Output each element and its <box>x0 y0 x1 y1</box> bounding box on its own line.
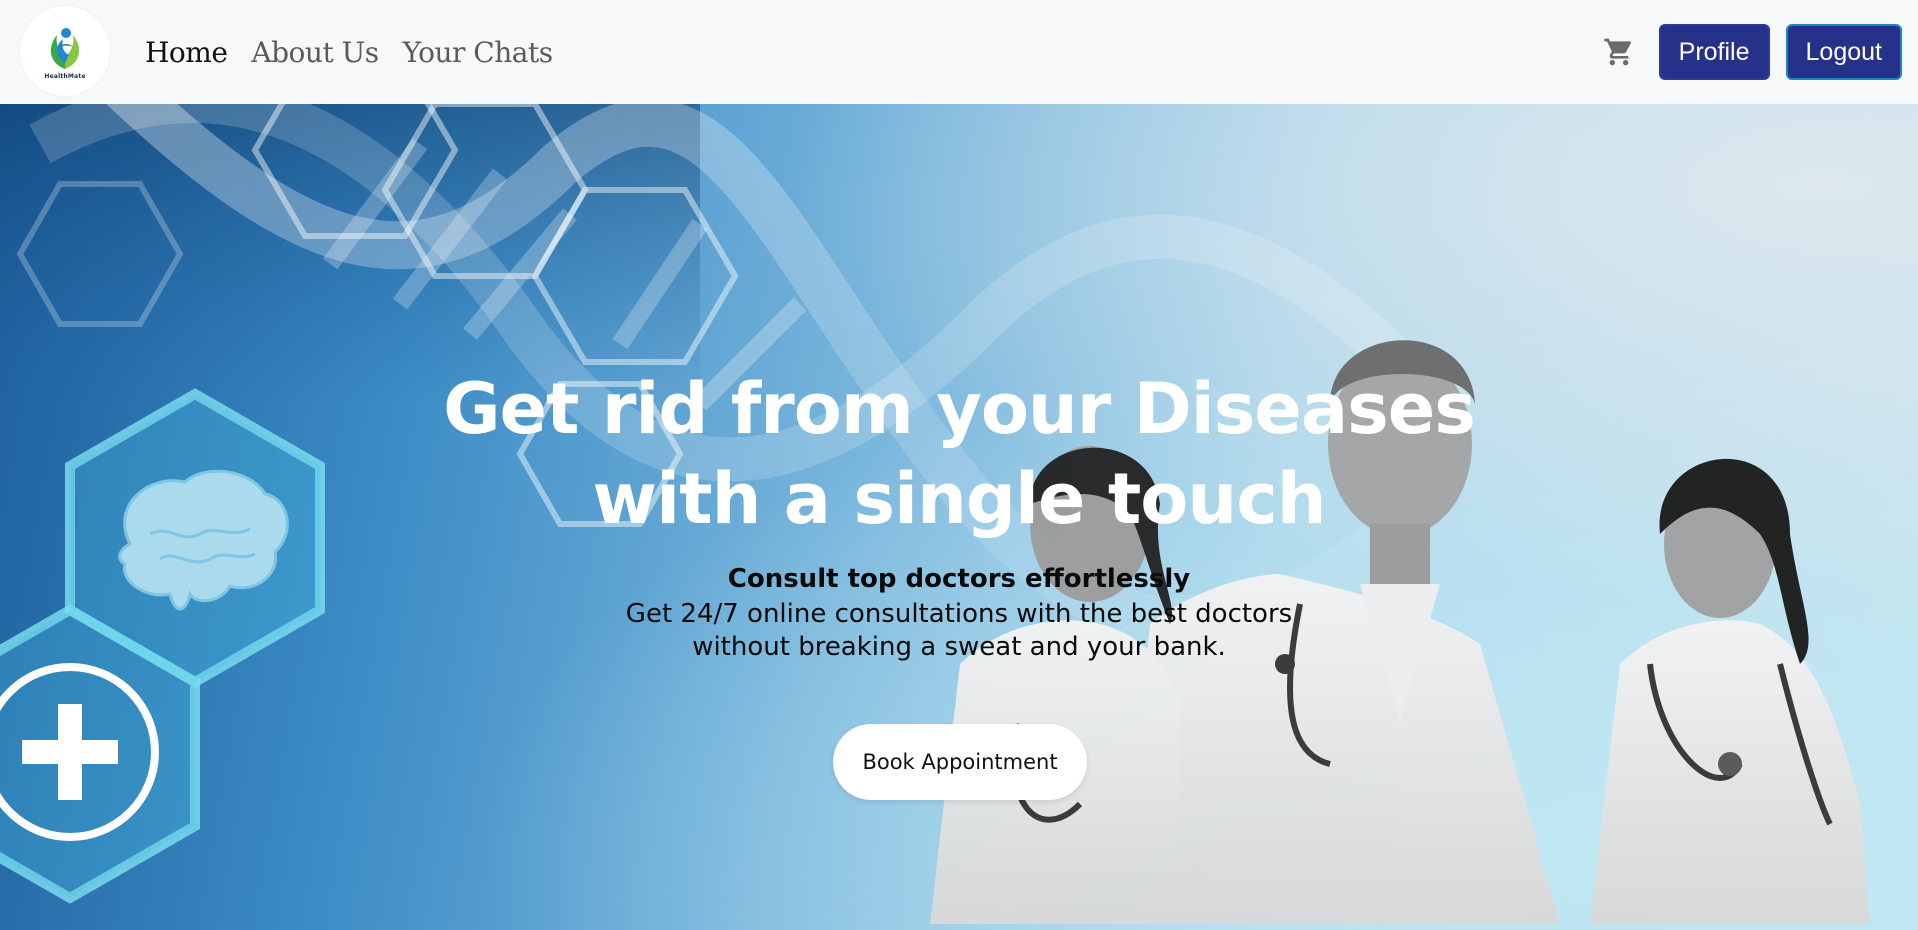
navbar: HealthMate Home About Us Your Chats Prof… <box>0 0 1918 104</box>
shopping-cart-icon <box>1603 38 1631 66</box>
logo-text: HealthMate <box>44 72 86 80</box>
hero-section: Get rid from your Diseases with a single… <box>0 104 1918 930</box>
main-nav: Home About Us Your Chats <box>145 0 553 104</box>
nav-link-about-us[interactable]: About Us <box>251 36 379 69</box>
cart-button[interactable] <box>1601 34 1637 70</box>
logout-button[interactable]: Logout <box>1785 24 1902 80</box>
nav-actions: Profile Logout <box>1601 0 1902 104</box>
nav-link-home[interactable]: Home <box>145 36 228 69</box>
hero-headline: Get rid from your Diseases with a single… <box>443 368 1476 540</box>
profile-button[interactable]: Profile <box>1658 24 1770 80</box>
book-appointment-button[interactable]: Book Appointment <box>833 724 1087 800</box>
hero-subtitle: Consult top doctors effortlessly <box>727 564 1191 594</box>
nav-link-your-chats[interactable]: Your Chats <box>403 36 554 69</box>
healthmate-logo-icon <box>50 27 80 69</box>
brand-logo[interactable]: HealthMate <box>20 6 110 96</box>
hero-description: Get 24/7 online consultations with the b… <box>625 599 1293 662</box>
